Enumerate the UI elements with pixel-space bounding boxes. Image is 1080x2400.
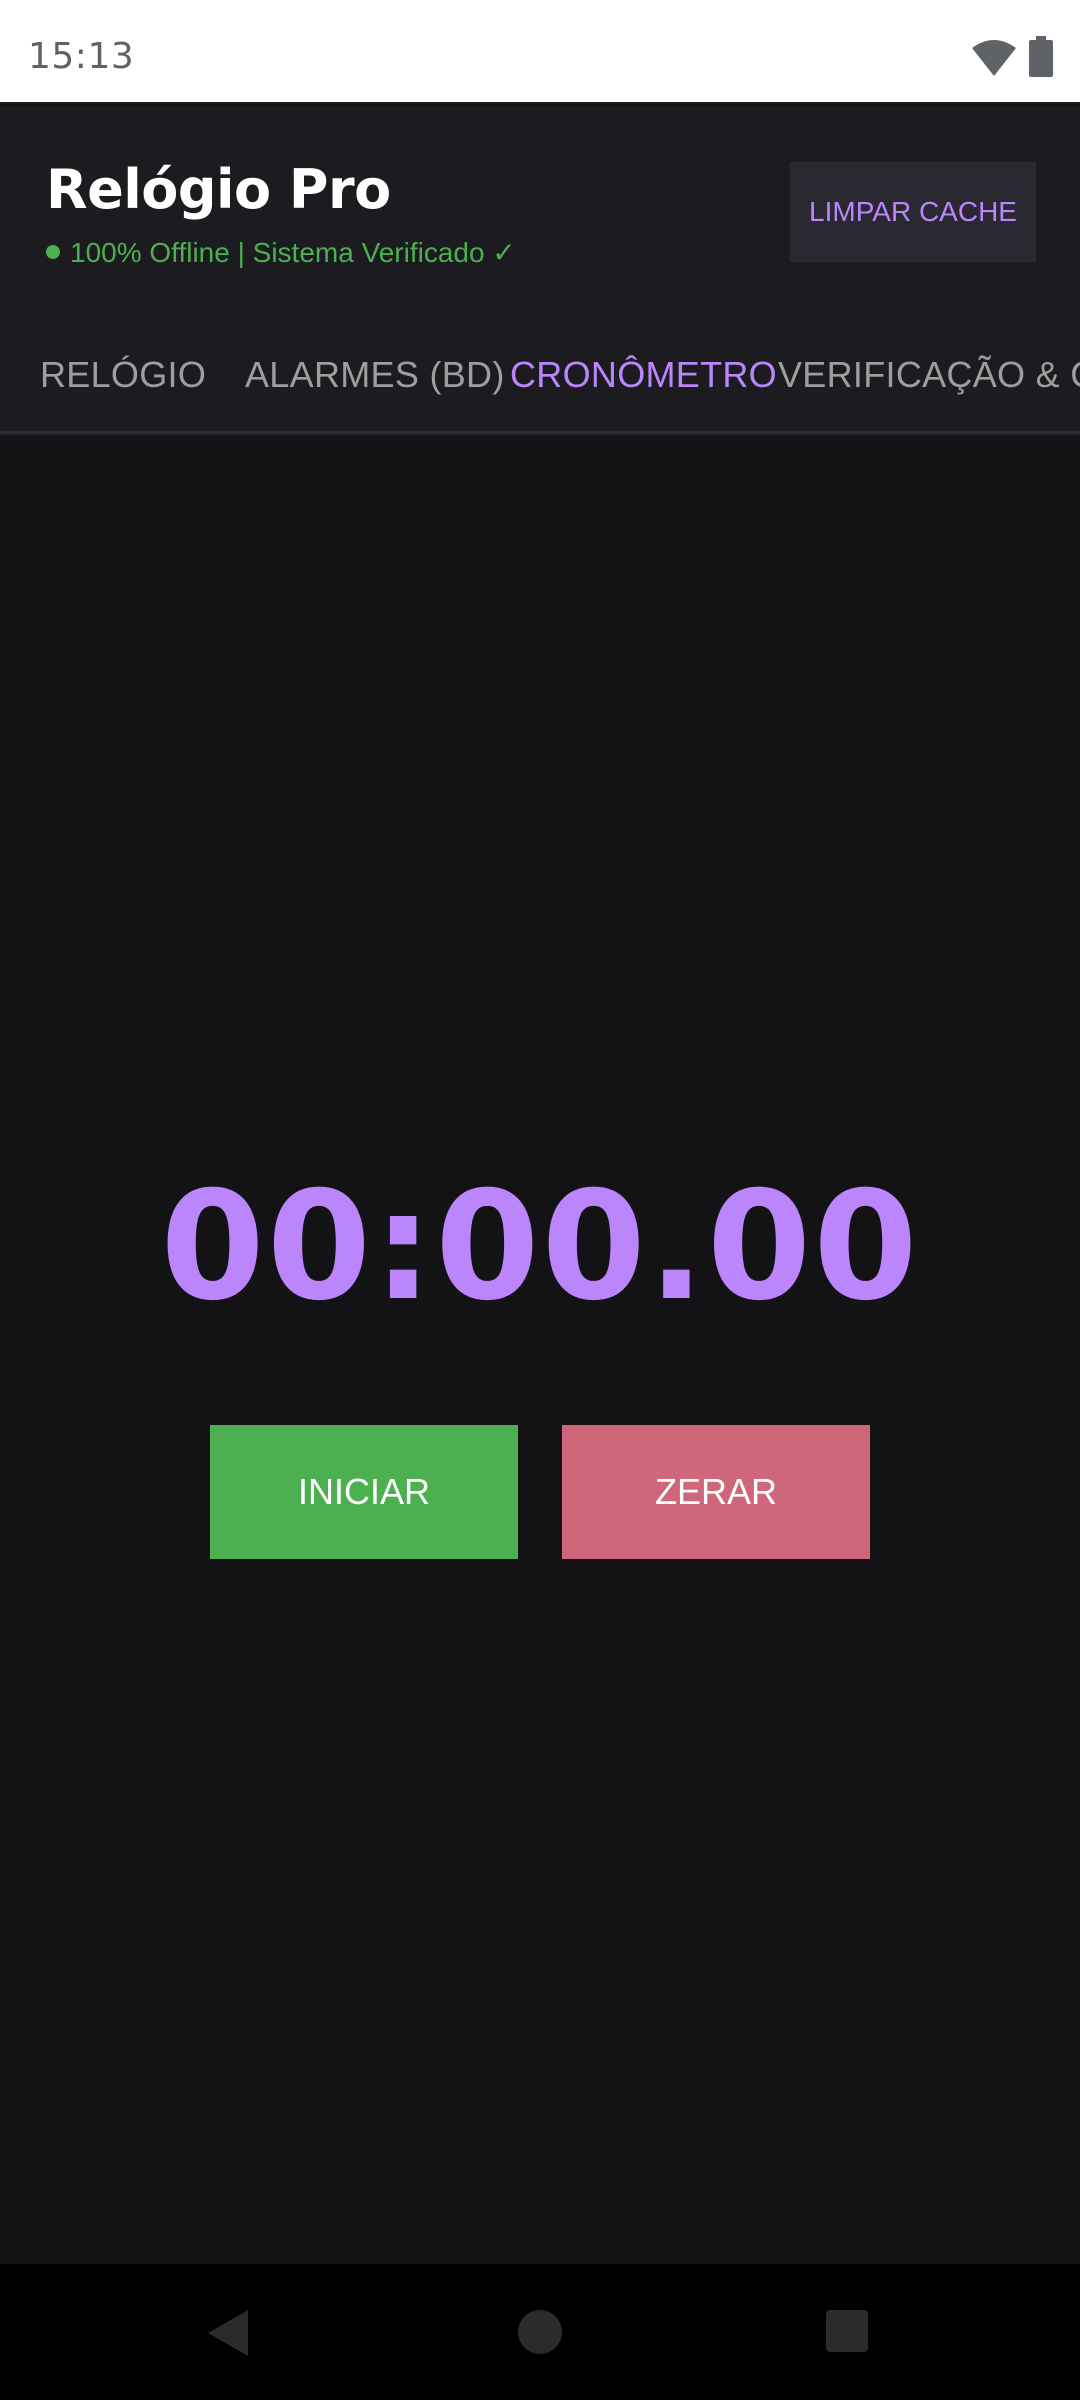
wifi-icon xyxy=(972,40,1016,76)
screen: 15:13 Relógio Pro 100% Offline | Sistema… xyxy=(0,0,1080,2400)
back-icon[interactable] xyxy=(204,2308,252,2358)
home-icon[interactable] xyxy=(518,2310,562,2354)
offline-status-text: 100% Offline | Sistema Verificado ✓ xyxy=(70,237,516,268)
tab-stopwatch[interactable]: CRONÔMETRO xyxy=(510,354,777,396)
tab-clock[interactable]: RELÓGIO xyxy=(40,354,206,396)
stopwatch-display: 00:00.00 xyxy=(160,1160,920,1334)
tab-bar: RELÓGIO ALARMES (BD) CRONÔMETRO VERIFICA… xyxy=(0,330,1080,434)
recents-icon[interactable] xyxy=(826,2310,868,2352)
tab-alarms[interactable]: ALARMES (BD) xyxy=(245,354,505,396)
status-time: 15:13 xyxy=(28,36,135,77)
start-button[interactable]: INICIAR xyxy=(210,1425,518,1559)
status-dot-icon xyxy=(46,244,60,259)
reset-button[interactable]: ZERAR xyxy=(562,1425,870,1559)
battery-icon xyxy=(1029,36,1053,77)
status-bar: 15:13 xyxy=(0,0,1080,104)
tab-verification[interactable]: VERIFICAÇÃO & C xyxy=(778,354,1080,396)
offline-status: 100% Offline | Sistema Verificado ✓ xyxy=(46,236,516,269)
navigation-bar xyxy=(0,2264,1080,2400)
clear-cache-button[interactable]: LIMPAR CACHE xyxy=(790,162,1036,262)
app-title: Relógio Pro xyxy=(46,158,391,221)
